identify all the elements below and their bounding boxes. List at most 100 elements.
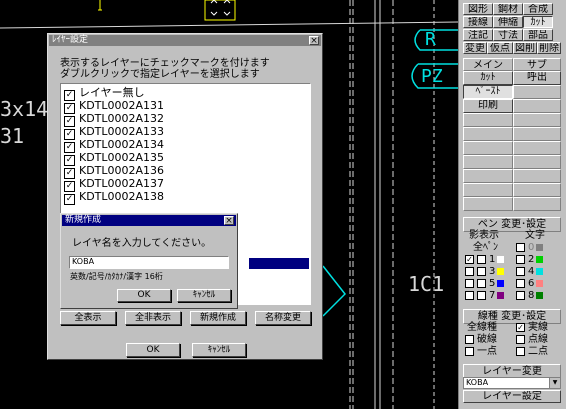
- linetype-dotted[interactable]: 点線: [516, 334, 548, 346]
- main-empty-slot[interactable]: [463, 169, 513, 183]
- pen-text-row[interactable]: 8: [516, 290, 544, 302]
- pen-text-row[interactable]: 4: [516, 266, 544, 278]
- show-all-button[interactable]: 全表示: [60, 311, 116, 325]
- pen-text-checkbox[interactable]: [516, 290, 525, 300]
- main-empty-slot[interactable]: [463, 127, 513, 141]
- pen-shadow-checkbox[interactable]: [465, 266, 474, 276]
- new-ok-button[interactable]: OK: [117, 289, 171, 302]
- linetype-dashed[interactable]: 破線: [465, 334, 497, 346]
- pen-text-row[interactable]: 6: [516, 278, 544, 290]
- sub-empty-slot[interactable]: [513, 127, 561, 141]
- layer-list-item[interactable]: ✓ KDTL0002A131: [64, 99, 164, 114]
- pen-shadow-row[interactable]: 3: [465, 266, 505, 278]
- linetype-all[interactable]: 全線種: [467, 322, 497, 334]
- pen-0-swatch: [536, 243, 544, 251]
- layer-ok-button[interactable]: OK: [126, 343, 180, 357]
- linetype-dotted-checkbox[interactable]: [516, 334, 525, 344]
- layer-select[interactable]: KOBA ▼: [463, 377, 561, 389]
- pen-shadow-checkbox[interactable]: ✓: [465, 254, 474, 264]
- new-layer-button[interactable]: 新規作成: [190, 311, 246, 325]
- main-paste-button[interactable]: ﾍﾟｰｽﾄ: [463, 85, 513, 99]
- layer-visible-checkbox[interactable]: ✓: [64, 194, 75, 205]
- pen-color-checkbox[interactable]: [477, 254, 486, 264]
- sub-empty-slot[interactable]: [513, 113, 561, 127]
- sub-empty-slot[interactable]: [513, 99, 561, 113]
- main-empty-slot[interactable]: [463, 197, 513, 211]
- sub-empty-slot[interactable]: [513, 197, 561, 211]
- pen-shadow-checkbox[interactable]: [465, 290, 474, 300]
- pen-text-checkbox[interactable]: [516, 266, 525, 276]
- layer-cancel-button[interactable]: ｷｬﾝｾﾙ: [192, 343, 246, 357]
- cmd-parts[interactable]: 部品: [523, 29, 553, 41]
- pen-color-checkbox[interactable]: [477, 290, 486, 300]
- sub-empty-slot[interactable]: [513, 169, 561, 183]
- main-print-button[interactable]: 印刷: [463, 99, 513, 113]
- pen-text-row[interactable]: 2: [516, 254, 544, 266]
- linetype-solid-checkbox[interactable]: ✓: [516, 322, 525, 332]
- cad-circle-label-1: R: [425, 29, 436, 50]
- layer-name: KDTL0002A132: [79, 112, 165, 125]
- linetype-one-dot-checkbox[interactable]: [465, 346, 474, 356]
- pen-color-checkbox[interactable]: [477, 278, 486, 288]
- layer-list-item[interactable]: ✓ KDTL0002A133: [64, 125, 164, 140]
- new-cancel-button[interactable]: ｷｬﾝｾﾙ: [177, 289, 231, 302]
- cmd-cut[interactable]: ｶｯﾄ: [523, 16, 553, 28]
- layer-list-item[interactable]: ✓ KDTL0002A132: [64, 112, 165, 127]
- layer-dialog-instruction-1: 表示するレイヤーにチェックマークを付けます: [60, 58, 270, 69]
- pen-shadow-checkbox[interactable]: [465, 278, 474, 288]
- layer-name-input[interactable]: KOBA: [69, 256, 229, 269]
- cmd-temp-point[interactable]: 仮点: [487, 42, 513, 54]
- pen-shadow-row[interactable]: 7: [465, 290, 505, 302]
- layer-list-item[interactable]: ✓ KDTL0002A137: [64, 177, 165, 192]
- chevron-down-icon[interactable]: ▼: [549, 378, 560, 388]
- main-cut-button[interactable]: ｶｯﾄ: [463, 71, 513, 85]
- layer-list-item[interactable]: ✓ KDTL0002A135: [64, 151, 165, 166]
- rename-layer-button[interactable]: 名称変更: [255, 311, 311, 325]
- cmd-note[interactable]: 注記: [463, 29, 493, 41]
- pen-shadow-row[interactable]: 5: [465, 278, 505, 290]
- cmd-fig-delete[interactable]: 図削: [513, 42, 537, 54]
- cmd-change[interactable]: 変更: [463, 42, 487, 54]
- layer-list-item[interactable]: ✓ KDTL0002A136: [64, 164, 164, 179]
- hide-all-button[interactable]: 全非表示: [125, 311, 181, 325]
- cmd-tangent[interactable]: 接線: [463, 16, 493, 28]
- cmd-steel[interactable]: 鋼材: [493, 3, 523, 15]
- main-empty-slot[interactable]: [463, 113, 513, 127]
- close-icon[interactable]: ×: [309, 36, 319, 46]
- sub-recall-button[interactable]: 呼出: [513, 71, 561, 85]
- pen-shadow-row[interactable]: ✓ 1: [465, 254, 505, 266]
- sub-empty-slot[interactable]: [513, 183, 561, 197]
- pen-all-label[interactable]: 全ﾍﾟﾝ: [473, 242, 498, 254]
- main-empty-slot[interactable]: [463, 141, 513, 155]
- linetype-two-dot-checkbox[interactable]: [516, 346, 525, 356]
- main-empty-slot[interactable]: [463, 183, 513, 197]
- pen-0-checkbox[interactable]: [516, 242, 525, 252]
- cmd-compose[interactable]: 合成: [523, 3, 553, 15]
- sub-empty-slot[interactable]: [513, 85, 561, 99]
- layer-name: KDTL0002A137: [79, 177, 165, 190]
- pen-0-number: 0: [528, 242, 535, 253]
- linetype-dashed-checkbox[interactable]: [465, 334, 474, 344]
- close-icon[interactable]: ×: [224, 216, 234, 226]
- layer-list-item[interactable]: ✓ KDTL0002A134: [64, 138, 164, 153]
- cmd-dimension[interactable]: 寸法: [493, 29, 523, 41]
- layer-settings-button[interactable]: レイヤー設定: [463, 390, 561, 403]
- pen-text-checkbox[interactable]: [516, 278, 525, 288]
- sub-empty-slot[interactable]: [513, 141, 561, 155]
- pen-color-checkbox[interactable]: [477, 266, 486, 276]
- cmd-delete[interactable]: 削除: [537, 42, 561, 54]
- linetype-two-dot[interactable]: 二点: [516, 346, 548, 358]
- cmd-figure[interactable]: 図形: [463, 3, 493, 15]
- pen-color-swatch: [536, 255, 544, 263]
- pen-text-checkbox[interactable]: [516, 254, 525, 264]
- layer-name: KDTL0002A135: [79, 151, 165, 164]
- layer-list-item[interactable]: ✓ KDTL0002A138: [64, 190, 164, 205]
- layer-list-item[interactable]: ✓ レイヤー無し: [64, 86, 145, 101]
- linetype-one-dot[interactable]: 一点: [465, 346, 497, 358]
- sub-empty-slot[interactable]: [513, 155, 561, 169]
- main-empty-slot[interactable]: [463, 155, 513, 169]
- pen-row-0[interactable]: 0: [516, 242, 544, 254]
- linetype-solid-label: 実線: [528, 322, 548, 333]
- cmd-stretch[interactable]: 伸縮: [493, 16, 523, 28]
- linetype-solid[interactable]: ✓ 実線: [516, 322, 548, 334]
